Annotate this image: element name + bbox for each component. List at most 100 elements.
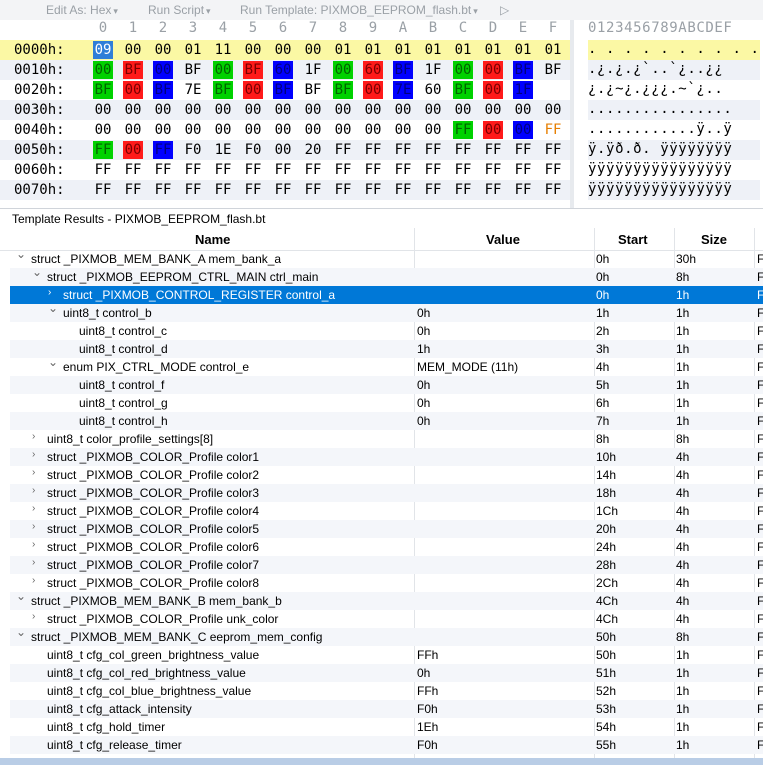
hex-byte[interactable]: 00 (363, 101, 383, 119)
hex-byte[interactable]: 00 (453, 61, 473, 79)
hex-byte[interactable] (543, 81, 563, 99)
template-row[interactable]: ⌄ struct _PIXMOB_MEM_BANK_C eeprom_mem_co… (10, 625, 763, 646)
ascii-row[interactable]: ¿.¿~¿.¿¿¿.~`¿.. (588, 80, 760, 100)
template-row[interactable]: uint8_t cfg_attack_intensity F0h 53h 1h F (10, 700, 763, 718)
hex-byte[interactable]: 09 (93, 41, 113, 59)
hex-byte[interactable]: 00 (393, 101, 413, 119)
hex-byte[interactable]: FF (333, 161, 353, 179)
hex-byte[interactable]: FF (393, 181, 413, 199)
hex-byte[interactable]: 01 (483, 41, 503, 59)
template-row[interactable]: uint8_t control_c 0h 2h 1h F (10, 322, 763, 340)
horizontal-scrollbar[interactable] (0, 758, 763, 765)
column-header-size[interactable]: Size (701, 232, 727, 247)
hex-byte[interactable]: 00 (303, 121, 323, 139)
hex-byte[interactable]: 00 (423, 101, 443, 119)
hex-byte[interactable]: 01 (363, 41, 383, 59)
hex-byte[interactable]: F0 (243, 141, 263, 159)
hex-byte[interactable]: FF (273, 161, 293, 179)
hex-byte[interactable]: 00 (483, 101, 503, 119)
hex-byte[interactable]: FF (483, 141, 503, 159)
hex-byte[interactable]: FF (483, 161, 503, 179)
hex-row[interactable]: 0020h: BF 00 BF 7E BF 00 BF BF BF 00 7E 60 BF 00 1F (0, 80, 570, 100)
hex-byte[interactable]: FF (543, 181, 563, 199)
hex-row[interactable]: 0060h: FF FF FF FF FF FF FF FF FF FF FF FF FF FF FF FF (0, 160, 570, 180)
chevron-right-icon[interactable]: › (32, 467, 42, 478)
hex-row[interactable]: 0010h: 00 BF 00 BF 00 BF 60 1F 00 60 BF 1F 00 00 BF BF (0, 60, 570, 80)
hex-byte[interactable]: BF (543, 61, 563, 79)
hex-byte[interactable]: 00 (153, 101, 173, 119)
hex-byte[interactable]: 00 (453, 101, 473, 119)
hex-byte[interactable]: FF (303, 181, 323, 199)
hex-byte[interactable]: BF (513, 61, 533, 79)
chevron-down-icon[interactable]: ⌄ (16, 625, 26, 639)
hex-byte[interactable]: 00 (243, 81, 263, 99)
edit-as-dropdown[interactable]: Edit As: Hex ▾ (46, 3, 118, 17)
hex-byte[interactable]: FF (273, 181, 293, 199)
hex-byte[interactable]: FF (363, 141, 383, 159)
hex-byte[interactable]: 00 (243, 41, 263, 59)
hex-byte[interactable]: 01 (453, 41, 473, 59)
chevron-right-icon[interactable]: › (32, 575, 42, 586)
hex-byte[interactable]: BF (303, 81, 323, 99)
hex-byte[interactable]: FF (393, 161, 413, 179)
hex-byte[interactable]: FF (213, 161, 233, 179)
hex-byte[interactable]: FF (243, 161, 263, 179)
hex-byte[interactable]: FF (393, 141, 413, 159)
hex-byte[interactable]: 00 (183, 121, 203, 139)
hex-byte[interactable]: FF (543, 141, 563, 159)
template-row[interactable]: ⌄ struct _PIXMOB_MEM_BANK_B mem_bank_b 4Ch… (10, 589, 763, 610)
chevron-down-icon[interactable]: ⌄ (48, 301, 58, 315)
hex-byte[interactable]: FF (123, 161, 143, 179)
hex-byte[interactable]: FF (363, 181, 383, 199)
hex-byte[interactable]: 7E (183, 81, 203, 99)
hex-byte[interactable]: BF (333, 81, 353, 99)
template-row[interactable]: ⌄ enum PIX_CTRL_MODE control_e MEM_MODE (1… (10, 355, 763, 376)
template-row[interactable]: ⌄ uint8_t control_b 0h 1h 1h F (10, 301, 763, 322)
template-row[interactable]: uint8_t cfg_col_blue_brightness_value FFh… (10, 682, 763, 700)
hex-byte[interactable]: FF (453, 121, 473, 139)
hex-byte[interactable]: 00 (333, 101, 353, 119)
template-row[interactable]: ⌄ struct _PIXMOB_EEPROM_CTRL_MAIN ctrl_ma… (10, 265, 763, 286)
chevron-right-icon[interactable]: › (32, 503, 42, 514)
template-row[interactable]: › struct _PIXMOB_COLOR_Profile color8 2Ch 4… (10, 574, 763, 592)
template-row[interactable]: uint8_t control_g 0h 6h 1h F (10, 394, 763, 412)
hex-byte[interactable]: 00 (93, 121, 113, 139)
hex-byte[interactable]: 01 (423, 41, 443, 59)
hex-byte[interactable]: 1E (213, 141, 233, 159)
chevron-right-icon[interactable]: › (32, 557, 42, 568)
hex-byte[interactable]: 00 (273, 101, 293, 119)
hex-byte[interactable]: 00 (303, 101, 323, 119)
template-row[interactable]: › struct _PIXMOB_CONTROL_REGISTER control… (10, 286, 763, 304)
template-row[interactable]: uint8_t control_h 0h 7h 1h F (10, 412, 763, 430)
hex-byte[interactable]: 00 (273, 141, 293, 159)
hex-byte[interactable]: 01 (393, 41, 413, 59)
hex-byte[interactable]: 00 (393, 121, 413, 139)
ascii-row[interactable]: .¿.¿.¿`..`¿..¿¿ (588, 60, 760, 80)
hex-byte[interactable]: BF (93, 81, 113, 99)
template-row[interactable]: uint8_t cfg_release_timer F0h 55h 1h F (10, 736, 763, 754)
hex-byte[interactable]: 00 (153, 41, 173, 59)
hex-byte[interactable]: FF (153, 141, 173, 159)
hex-byte[interactable]: 00 (183, 101, 203, 119)
hex-row[interactable]: 0000h: 09 00 00 01 11 00 00 00 01 01 01 01 01 01 01 01 (0, 40, 570, 60)
chevron-right-icon[interactable]: › (32, 485, 42, 496)
hex-byte[interactable]: 00 (153, 61, 173, 79)
hex-byte[interactable]: FF (213, 181, 233, 199)
hex-byte[interactable]: 00 (93, 101, 113, 119)
hex-byte[interactable]: FF (183, 181, 203, 199)
hex-byte[interactable]: FF (513, 141, 533, 159)
hex-byte[interactable]: BF (123, 61, 143, 79)
run-template-dropdown[interactable]: Run Template: PIXMOB_EEPROM_flash.bt ▾ (240, 3, 478, 17)
hex-byte[interactable]: 00 (93, 61, 113, 79)
hex-byte[interactable]: 00 (213, 61, 233, 79)
hex-byte[interactable]: 60 (273, 61, 293, 79)
chevron-right-icon[interactable]: › (32, 431, 42, 442)
hex-byte[interactable]: 00 (123, 41, 143, 59)
hex-byte[interactable]: 00 (273, 41, 293, 59)
hex-row[interactable]: 0070h: FF FF FF FF FF FF FF FF FF FF FF FF FF FF FF FF (0, 180, 570, 200)
hex-byte[interactable]: 1F (513, 81, 533, 99)
template-row[interactable]: › struct _PIXMOB_COLOR_Profile color6 24h 4… (10, 538, 763, 556)
hex-byte[interactable]: 00 (483, 81, 503, 99)
hex-byte[interactable]: 00 (513, 121, 533, 139)
hex-row[interactable]: 0040h: 00 00 00 00 00 00 00 00 00 00 00 00 FF 00 00 FF (0, 120, 570, 140)
